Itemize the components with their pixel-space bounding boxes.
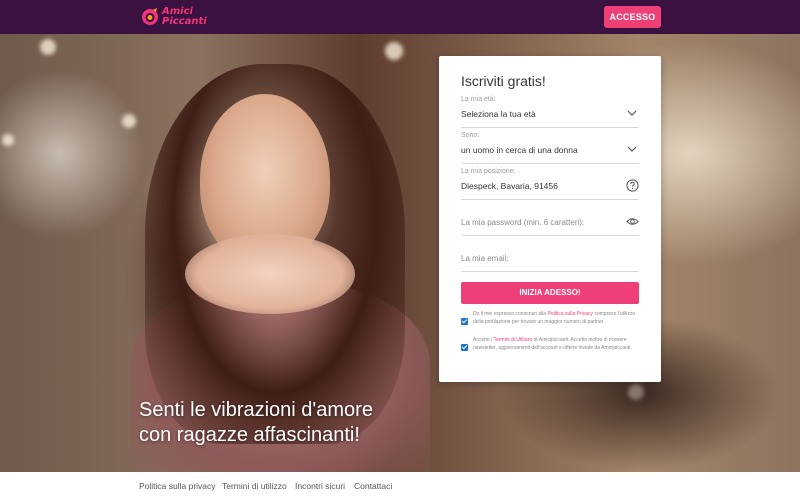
- bokeh-light: [628, 384, 644, 400]
- privacy-consent-text: Do il mio espresso consenso alla Politic…: [473, 310, 641, 326]
- terms-consent: Accetto i Termini di Utilizzo di Amicipi…: [461, 336, 641, 352]
- tagline-line1: Senti le vibrazioni d'amore: [139, 399, 373, 421]
- form-title: Iscriviti gratis!: [461, 73, 546, 89]
- footer-link-safe-dating[interactable]: Incontri sicuri: [295, 481, 345, 491]
- start-now-button[interactable]: INIZIA ADESSO!: [461, 282, 639, 304]
- hero-tagline: Senti le vibrazioni d'amore con ragazze …: [139, 398, 439, 448]
- footer-link-terms[interactable]: Termini di utilizzo: [222, 481, 287, 491]
- email-placeholder: La mia email:: [461, 254, 509, 263]
- consent2-before: Accetto i: [473, 337, 494, 343]
- bokeh-light: [40, 39, 56, 55]
- signup-form: Iscriviti gratis! La mia età: Seleziona …: [439, 56, 661, 382]
- gender-label: Sono:: [461, 132, 480, 139]
- terms-consent-text: Accetto i Termini di Utilizzo di Amicipi…: [473, 336, 641, 352]
- password-placeholder: La mia password (min. 6 caratteri):: [461, 218, 585, 227]
- terms-link[interactable]: Termini di Utilizzo: [493, 337, 532, 343]
- password-field[interactable]: La mia password (min. 6 caratteri):: [461, 204, 639, 236]
- help-circle-icon[interactable]: [626, 179, 639, 192]
- email-field[interactable]: La mia email:: [461, 240, 639, 272]
- eye-icon[interactable]: [626, 215, 639, 228]
- chevron-down-icon: [627, 146, 637, 152]
- logo[interactable]: Amici Piccanti: [141, 5, 207, 29]
- location-value: Diespeck, Bavaria, 91456: [461, 181, 558, 191]
- privacy-policy-link[interactable]: Politica sulla Privacy: [547, 311, 593, 317]
- privacy-consent: Do il mio espresso consenso alla Politic…: [461, 310, 641, 326]
- footer: Politica sulla privacy Termini di utiliz…: [0, 472, 800, 500]
- location-label: La mia posizione:: [461, 168, 516, 175]
- logo-text: Amici Piccanti: [162, 7, 207, 27]
- footer-link-contact[interactable]: Contattaci: [354, 481, 392, 491]
- checkbox-checked-icon[interactable]: [461, 344, 468, 351]
- bokeh-light: [385, 42, 403, 60]
- bokeh-light: [122, 114, 136, 128]
- hero-background: Senti le vibrazioni d'amore con ragazze …: [0, 34, 800, 472]
- gender-value: un uomo in cerca di una donna: [461, 145, 578, 155]
- logo-line2: Piccanti: [162, 16, 207, 27]
- location-field[interactable]: La mia posizione: Diespeck, Bavaria, 914…: [461, 168, 639, 200]
- chevron-down-icon: [627, 110, 637, 116]
- login-button[interactable]: ACCESSO: [604, 6, 661, 28]
- bokeh-light: [2, 134, 14, 146]
- age-value: Seleziona la tua età: [461, 109, 536, 119]
- top-bar: Amici Piccanti ACCESSO: [0, 0, 800, 34]
- checkbox-checked-icon[interactable]: [461, 318, 468, 325]
- person-hand: [185, 234, 355, 314]
- footer-link-privacy[interactable]: Politica sulla privacy: [139, 481, 216, 491]
- logo-icon: [141, 8, 159, 26]
- consent1-before: Do il mio espresso consenso alla: [473, 311, 548, 317]
- tagline-line2: con ragazze affascinanti!: [139, 424, 360, 446]
- age-label: La mia età:: [461, 96, 496, 103]
- age-select[interactable]: La mia età: Seleziona la tua età: [461, 96, 639, 128]
- gender-select[interactable]: Sono: un uomo in cerca di una donna: [461, 132, 639, 164]
